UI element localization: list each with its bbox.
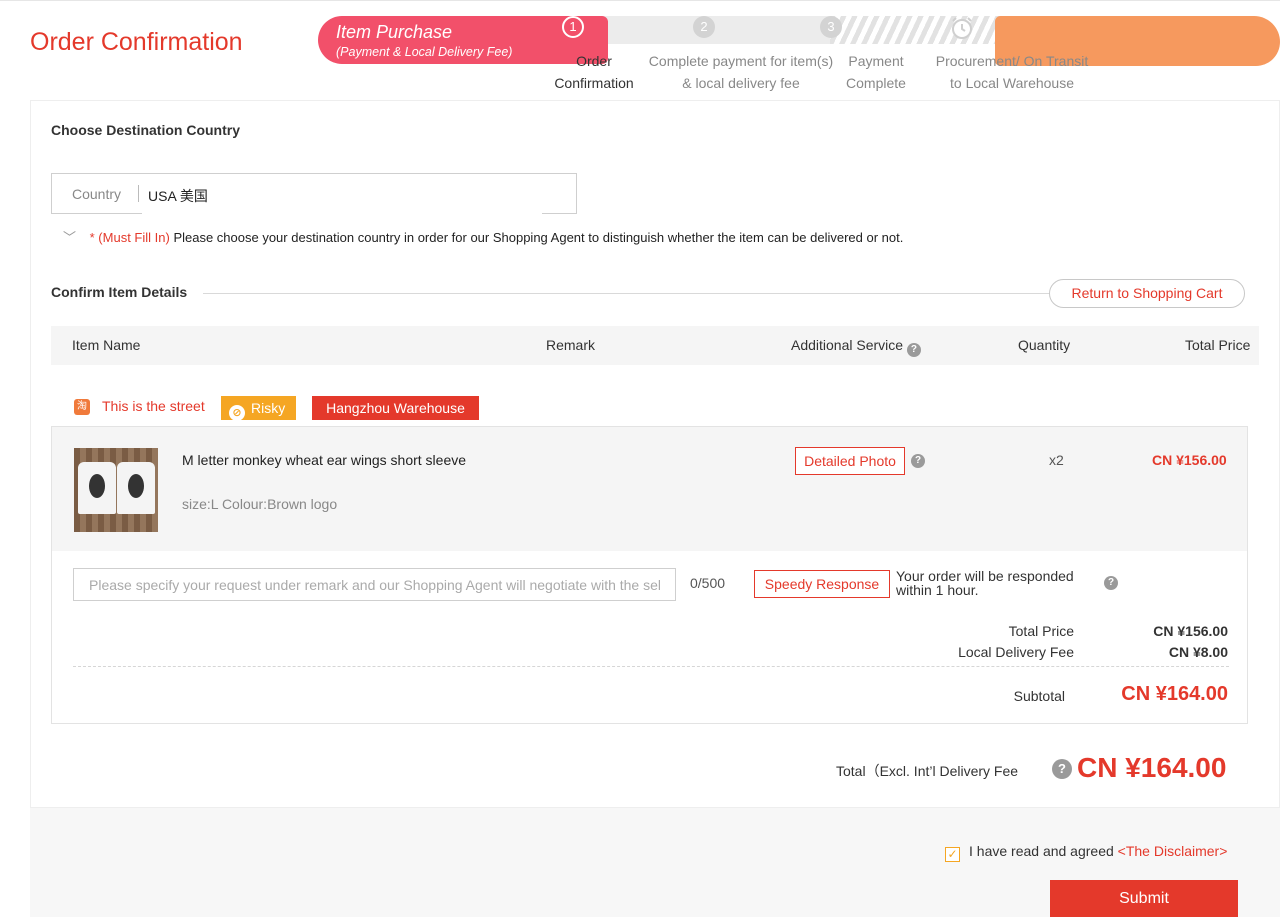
country-label: Country	[72, 186, 122, 202]
step-2-label: Complete payment for item(s) & local deli…	[648, 53, 834, 91]
step-4-label: Procurement/ On Transit to Local Warehous…	[935, 53, 1089, 91]
question-icon[interactable]: ?	[906, 343, 921, 357]
item-attributes: size:L Colour:Brown logo	[182, 496, 338, 512]
step-1-number: 1	[562, 16, 584, 38]
section-divider	[203, 293, 1049, 294]
subtotal-value: CN ¥164.00	[1121, 683, 1228, 705]
top-border	[0, 0, 1280, 3]
submit-button[interactable]: Submit	[1050, 880, 1238, 917]
disclaimer-link[interactable]: <The Disclaimer>	[1118, 843, 1228, 859]
subtotal-label: Subtotal	[1013, 688, 1065, 704]
progress-track	[540, 16, 1000, 44]
remark-input[interactable]	[73, 568, 676, 601]
question-icon[interactable]: ?	[911, 454, 925, 468]
step-3-label: Payment Complete	[846, 53, 906, 91]
col-additional-service: Additional Service ?	[791, 337, 921, 357]
clock-icon	[952, 17, 972, 39]
agreement: ✓ I have read and agreed <The Disclaimer>	[945, 843, 1227, 862]
destination-title: Choose Destination Country	[51, 122, 241, 138]
page-title: Order Confirmation	[30, 28, 243, 56]
table-header: Item Name Remark Additional Service ? Qu…	[51, 326, 1259, 365]
speedy-note: Your order will be responded within 1 ho…	[896, 568, 1074, 598]
total-price-label: Total Price	[1008, 623, 1074, 639]
banner-title: Item Purchase	[336, 22, 453, 42]
country-value: USA 美国	[148, 188, 208, 204]
delivery-fee-value: CN ¥8.00	[1168, 644, 1228, 660]
chevron-down-icon[interactable]: ﹀	[63, 230, 76, 245]
detailed-photo-button[interactable]: Detailed Photo	[795, 447, 905, 475]
country-separator	[138, 185, 139, 202]
delivery-fee-label: Local Delivery Fee	[958, 644, 1074, 660]
item-quantity: x2	[1049, 452, 1064, 468]
question-icon[interactable]: ?	[1052, 759, 1072, 779]
col-item-name: Item Name	[72, 337, 141, 353]
remark-section: 0/500 Speedy Response Your order will be…	[51, 551, 1248, 724]
required-mark: * (Must Fill In)	[89, 230, 170, 245]
warehouse-tag: Hangzhou Warehouse	[312, 396, 479, 420]
country-select[interactable]: Country USA 美国	[51, 173, 577, 215]
agree-text: I have read and agreed	[969, 843, 1114, 859]
col-total-price: Total Price	[1185, 337, 1251, 353]
item-price: CN ¥156.00	[1152, 452, 1227, 468]
table-row: M letter monkey wheat ear wings short sl…	[51, 426, 1248, 552]
checkbox-checked-icon[interactable]: ✓	[945, 847, 960, 862]
remark-counter: 0/500	[690, 575, 726, 591]
shop-name[interactable]: This is the street	[102, 398, 205, 414]
grand-total-label: Total（Excl. Int’l Delivery Fee	[836, 763, 1019, 779]
step-3-number: 3	[820, 16, 842, 38]
total-price-value: CN ¥156.00	[1153, 623, 1228, 639]
banner-subtitle: (Payment & Local Delivery Fee)	[336, 45, 513, 59]
col-remark: Remark	[546, 337, 596, 353]
col-quantity: Quantity	[1018, 337, 1071, 353]
return-to-cart-button[interactable]: Return to Shopping Cart	[1049, 279, 1245, 308]
details-title: Confirm Item Details	[51, 284, 188, 300]
step-2-number: 2	[693, 16, 715, 38]
product-thumbnail[interactable]	[74, 448, 158, 532]
risky-tag: ⊘ Risky	[221, 396, 296, 421]
ban-icon: ⊘	[229, 405, 245, 421]
item-name[interactable]: M letter monkey wheat ear wings short sl…	[182, 452, 466, 468]
taobao-shop-icon: 淘	[74, 399, 90, 415]
grand-total-value: CN ¥164.00	[1077, 752, 1227, 783]
speedy-response-button[interactable]: Speedy Response	[754, 570, 890, 598]
question-icon[interactable]: ?	[1104, 576, 1118, 590]
hint-text: Please choose your destination country i…	[173, 230, 904, 245]
summary-divider	[73, 666, 1229, 667]
destination-hint: ﹀ * (Must Fill In) Please choose your de…	[63, 227, 903, 246]
step-1-label: Order Confirmation	[554, 53, 634, 91]
